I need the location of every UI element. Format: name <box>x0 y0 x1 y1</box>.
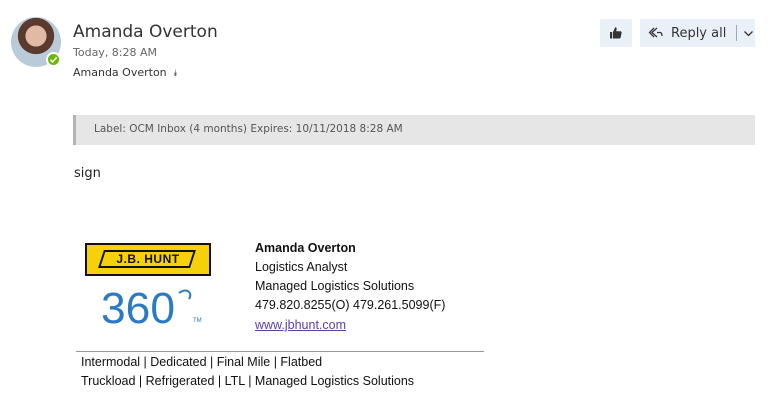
reply-divider <box>736 25 738 41</box>
signature-name: Amanda Overton <box>255 241 356 255</box>
retention-label-banner: Label: OCM Inbox (4 months) Expires: 10/… <box>73 115 755 145</box>
message-body-text: sign <box>74 166 101 181</box>
logo-trademark: TM <box>193 318 202 324</box>
like-button[interactable] <box>600 19 632 47</box>
logo-360-swoosh <box>178 289 192 300</box>
jb-hunt-logo: J.B. HUNT <box>85 243 211 276</box>
chevron-down-icon[interactable] <box>743 28 754 39</box>
reply-all-label: Reply all <box>671 25 727 41</box>
jb-hunt-360-logo: 360 <box>101 284 192 329</box>
signature-divider <box>76 351 484 352</box>
reply-all-icon <box>648 27 663 38</box>
reply-all-button[interactable]: Reply all <box>640 19 755 47</box>
recipient-name[interactable]: Amanda Overton <box>73 66 167 79</box>
signature-title: Logistics Analyst <box>255 260 348 274</box>
signature-department: Managed Logistics Solutions <box>255 279 415 293</box>
message-timestamp: Today, 8:28 AM <box>73 46 158 59</box>
sender-name[interactable]: Amanda Overton <box>73 22 218 42</box>
signature-services-line-2: Truckload | Refrigerated | LTL | Managed… <box>81 374 415 388</box>
expand-recipients-icon[interactable]: ⯯ <box>173 69 178 79</box>
recipient-line[interactable]: Amanda Overton ⯯ <box>73 66 178 79</box>
logo-360-text: 360 <box>101 284 175 329</box>
signature-website-link[interactable]: www.jbhunt.com <box>255 318 346 332</box>
signature-phone: 479.820.8255(O) 479.261.5099(F) <box>255 298 446 312</box>
presence-available-icon <box>46 52 61 67</box>
thumbs-up-icon <box>610 27 622 39</box>
signature-services-line-1: Intermodal | Dedicated | Final Mile | Fl… <box>81 355 323 369</box>
jb-hunt-logo-text: J.B. HUNT <box>116 252 180 266</box>
retention-label-text: Label: OCM Inbox (4 months) Expires: 10/… <box>94 123 403 135</box>
